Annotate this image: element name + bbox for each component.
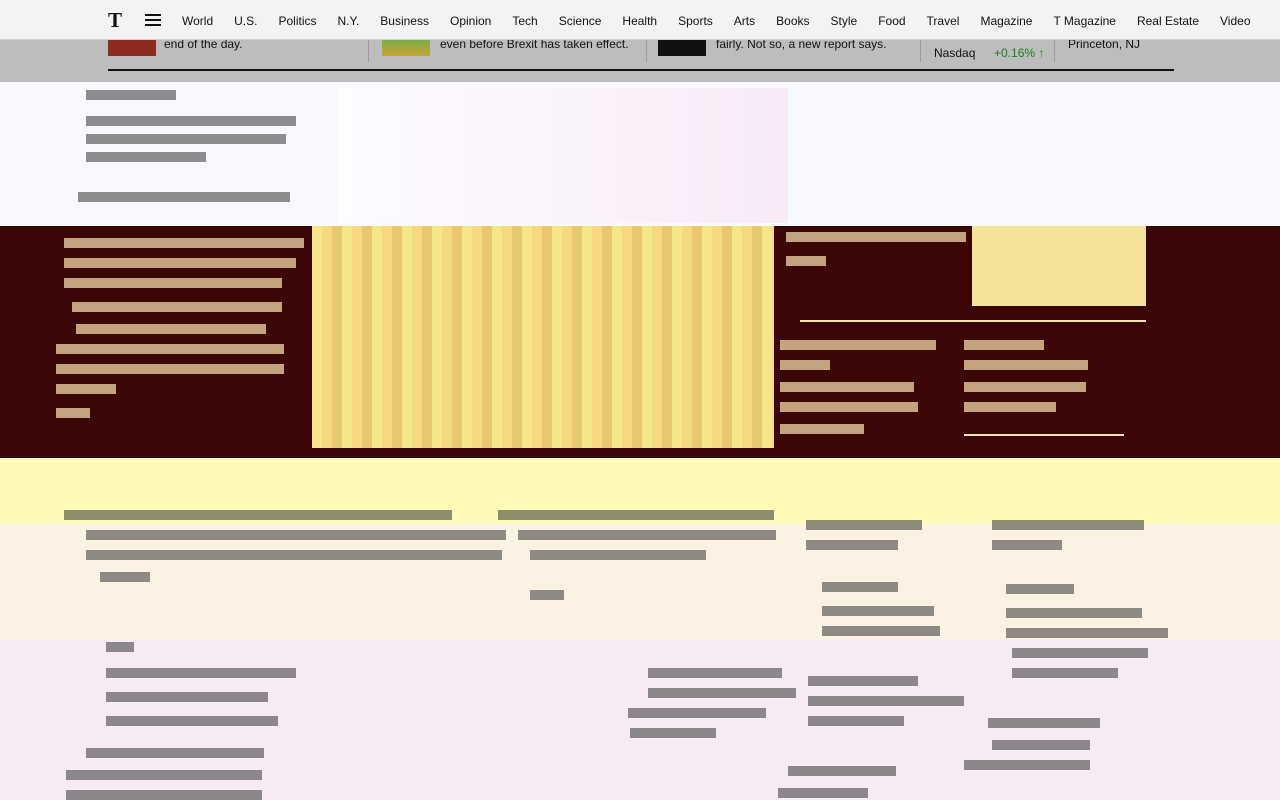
ticker-item-3[interactable]: fairly. Not so, a new report says. [716,37,887,67]
hamburger-menu-icon[interactable] [145,14,161,28]
nav-link-ny[interactable]: N.Y. [337,14,359,29]
dark-story-left [56,232,310,422]
nav-link-magazine[interactable]: Magazine [980,14,1032,29]
nav-link-style[interactable]: Style [831,14,858,29]
nav-link-tech[interactable]: Tech [512,14,537,29]
story-list-bottom [56,640,1156,800]
nav-link-arts[interactable]: Arts [734,14,755,29]
market-name[interactable]: Nasdaq [934,46,975,76]
top-navigation-bar: T World U.S. Politics N.Y. Business Opin… [0,0,1280,40]
nav-link-sports[interactable]: Sports [678,14,713,29]
nav-link-health[interactable]: Health [622,14,657,29]
nav-link-video[interactable]: Video [1220,14,1250,29]
nav-link-books[interactable]: Books [776,14,809,29]
nyt-logo-icon[interactable]: T [108,9,126,31]
nav-link-science[interactable]: Science [559,14,602,29]
nav-link-business[interactable]: Business [380,14,429,29]
ticker-divider [920,40,921,62]
nav-link-t-magazine[interactable]: T Magazine [1053,14,1115,29]
ticker-item-1[interactable]: end of the day. [164,37,243,67]
ticker-divider [1054,40,1055,62]
lead-story-image[interactable] [312,226,774,448]
masthead-rule [108,69,1174,71]
ticker-divider [368,40,369,62]
briefing-ticker: end of the day. even before Brexit has t… [0,37,1280,82]
weather-location[interactable]: Princeton, NJ [1068,37,1140,67]
nav-link-world[interactable]: World [182,14,213,29]
story-list-middle [60,506,780,600]
story-column-left [78,88,306,218]
lead-image-top[interactable] [338,88,788,223]
section-links: World U.S. Politics N.Y. Business Opinio… [182,14,1272,29]
nav-link-real-estate[interactable]: Real Estate [1137,14,1199,29]
ticker-thumbnail-2[interactable] [382,40,430,56]
ticker-thumbnail-1[interactable] [108,40,156,56]
ticker-item-2[interactable]: even before Brexit has taken effect. [440,37,629,67]
dark-story-right [780,226,1150,526]
nav-link-travel[interactable]: Travel [927,14,960,29]
ticker-divider [646,40,647,62]
nav-link-opinion[interactable]: Opinion [450,14,491,29]
nav-link-us[interactable]: U.S. [234,14,257,29]
ticker-thumbnail-3[interactable] [658,40,706,56]
nav-link-politics[interactable]: Politics [278,14,316,29]
nav-link-food[interactable]: Food [878,14,905,29]
market-change: +0.16% ↑ [994,46,1045,60]
